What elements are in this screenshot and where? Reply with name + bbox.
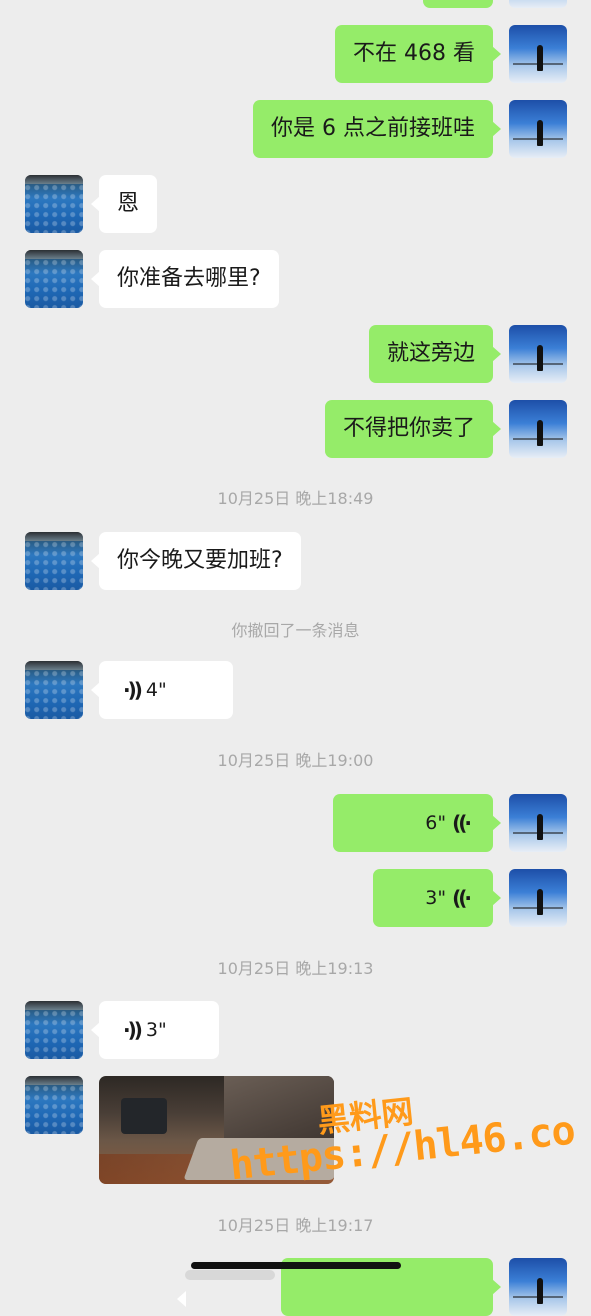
contact-avatar[interactable] bbox=[25, 661, 83, 719]
voice-message-sent[interactable]: 3" ((· bbox=[373, 869, 501, 927]
voice-message-received[interactable]: ·)) 3" bbox=[91, 1001, 219, 1059]
message-bubble-received[interactable]: 你准备去哪里? bbox=[91, 250, 279, 308]
timestamp: 10月25日 晚上19:13 bbox=[217, 959, 374, 978]
message-bubble-partial-faded bbox=[177, 1270, 275, 1307]
message-bubble-sent[interactable]: 不得把你卖了 bbox=[324, 400, 502, 458]
self-avatar[interactable] bbox=[509, 0, 567, 8]
contact-avatar[interactable] bbox=[25, 1001, 83, 1059]
message-bubble-sent[interactable]: 不在 468 看 bbox=[335, 25, 501, 83]
self-avatar[interactable] bbox=[509, 25, 567, 83]
voice-duration: 3" bbox=[425, 887, 447, 909]
voice-message-received[interactable]: ·)) 4" bbox=[91, 661, 233, 719]
timestamp: 10月25日 晚上18:49 bbox=[217, 489, 374, 508]
self-avatar[interactable] bbox=[509, 100, 567, 158]
self-avatar[interactable] bbox=[509, 1258, 567, 1316]
contact-avatar[interactable] bbox=[25, 250, 83, 308]
message-bubble-sent[interactable]: 就这旁边 bbox=[368, 325, 502, 383]
contact-avatar[interactable] bbox=[25, 532, 83, 590]
voice-duration: 6" bbox=[425, 812, 447, 834]
photo-chair bbox=[121, 1098, 167, 1134]
voice-wave-icon: ((· bbox=[452, 811, 472, 835]
voice-wave-icon: ·)) bbox=[123, 1018, 143, 1042]
contact-avatar[interactable] bbox=[25, 1076, 83, 1134]
contact-avatar[interactable] bbox=[25, 175, 83, 233]
self-avatar[interactable] bbox=[509, 400, 567, 458]
self-avatar[interactable] bbox=[509, 869, 567, 927]
home-indicator[interactable] bbox=[191, 1262, 401, 1269]
voice-wave-icon: ·)) bbox=[123, 678, 143, 702]
message-bubble-sent[interactable]: 你是 6 点之前接班哇 bbox=[253, 100, 501, 158]
self-avatar[interactable] bbox=[509, 325, 567, 383]
voice-wave-icon: ((· bbox=[452, 886, 472, 910]
timestamp: 10月25日 晚上19:00 bbox=[217, 751, 374, 770]
message-bubble-received[interactable]: 恩 bbox=[90, 175, 158, 233]
self-avatar[interactable] bbox=[509, 794, 567, 852]
voice-duration: 4" bbox=[145, 679, 167, 701]
voice-message-sent[interactable]: 6" ((· bbox=[333, 794, 501, 852]
voice-duration: 3" bbox=[145, 1019, 167, 1041]
message-bubble-received[interactable]: 你今晚又要加班? bbox=[91, 532, 301, 590]
message-bubble-partial[interactable] bbox=[423, 0, 493, 8]
recall-notice: 你撤回了一条消息 bbox=[231, 621, 360, 640]
timestamp: 10月25日 晚上19:17 bbox=[217, 1216, 374, 1235]
